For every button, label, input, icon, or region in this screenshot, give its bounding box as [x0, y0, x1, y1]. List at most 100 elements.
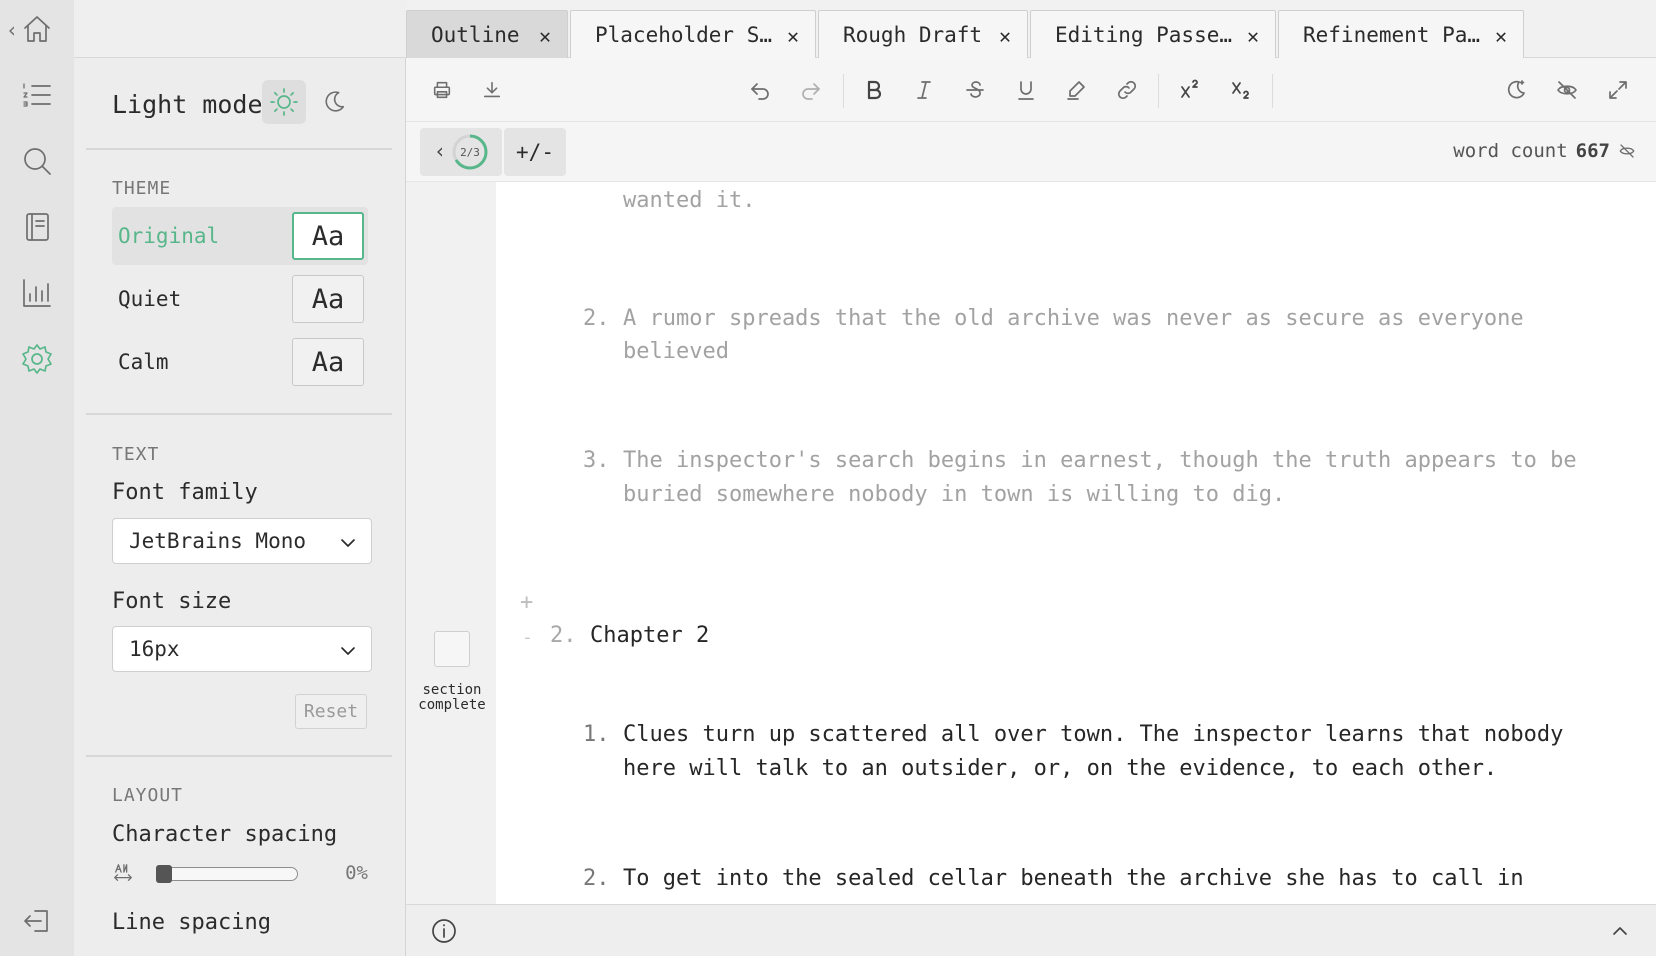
font-family-select[interactable]: JetBrains Mono	[112, 518, 372, 564]
reset-button[interactable]: Reset	[295, 694, 367, 729]
notebook-icon[interactable]	[14, 204, 60, 250]
search-icon[interactable]	[14, 138, 60, 184]
print-icon[interactable]	[426, 74, 458, 106]
diff-toggle-button[interactable]: +/-	[504, 128, 566, 176]
chevron-up-icon[interactable]	[1610, 921, 1630, 941]
editor-toolbar	[406, 58, 1656, 122]
close-icon[interactable]: ✕	[999, 24, 1011, 48]
tab-rough-draft[interactable]: Rough Draft ✕	[818, 10, 1028, 58]
word-count-value: 667	[1575, 140, 1610, 162]
font-size-select[interactable]: 16px	[112, 626, 372, 672]
collapse-section-minus-icon[interactable]: -	[522, 627, 533, 648]
theme-section-title: THEME	[112, 178, 172, 199]
character-spacing-slider[interactable]	[156, 867, 298, 881]
list-item[interactable]: 3. The inspector's search begins in earn…	[583, 444, 1633, 514]
hide-eye-icon[interactable]	[1551, 74, 1583, 106]
settings-gear-icon[interactable]	[14, 336, 60, 382]
list-item[interactable]: 1. Clues turn up scattered all over town…	[583, 718, 1633, 788]
undo-icon[interactable]	[744, 74, 776, 106]
close-icon[interactable]: ✕	[787, 24, 799, 48]
redo-icon[interactable]	[795, 74, 827, 106]
divider	[86, 148, 392, 150]
close-icon[interactable]: ✕	[539, 24, 551, 48]
word-count: word count 667	[1453, 140, 1636, 162]
logout-icon[interactable]	[14, 898, 60, 944]
tab-label: Rough Draft	[843, 22, 983, 47]
section-complete-line-2: complete	[418, 697, 486, 713]
theme-name: Quiet	[118, 287, 182, 311]
info-icon[interactable]	[430, 917, 458, 945]
superscript-icon[interactable]	[1174, 74, 1206, 106]
outline-editor[interactable]: section complete wanted it. 2. A rumor s…	[406, 182, 1656, 904]
focus-moon-icon[interactable]	[1500, 74, 1532, 106]
progress-ring: 2/3	[452, 134, 488, 170]
settings-topbar	[74, 0, 406, 58]
close-icon[interactable]: ✕	[1247, 24, 1259, 48]
progress-label: 2/3	[460, 146, 480, 159]
letter-spacing-icon	[114, 864, 132, 881]
fullscreen-icon[interactable]	[1602, 74, 1634, 106]
text-section-title: TEXT	[112, 444, 160, 465]
chapter-heading[interactable]: 2. Chapter 2	[550, 619, 1150, 659]
tab-outline[interactable]: Outline ✕	[406, 10, 568, 58]
toolbar-separator	[1272, 74, 1273, 108]
light-mode-sun-icon[interactable]	[262, 80, 306, 124]
outline-list-icon[interactable]	[14, 72, 60, 118]
item-line: The inspector's search begins in earnest…	[623, 448, 1577, 473]
list-item[interactable]: 2. To get into the sealed cellar beneath…	[583, 862, 1633, 902]
download-icon[interactable]	[476, 74, 508, 106]
tab-refinement[interactable]: Refinement Pa… ✕	[1278, 10, 1524, 58]
character-spacing-value: 0%	[345, 862, 368, 884]
close-icon[interactable]: ✕	[1495, 24, 1507, 48]
toolbar-separator	[1158, 74, 1159, 108]
item-line: A rumor spreads that the old archive was…	[623, 306, 1524, 331]
font-family-label: Font family	[112, 480, 258, 505]
line-spacing-label: Line spacing	[112, 910, 271, 935]
theme-option-original[interactable]: Original Aa	[112, 207, 368, 265]
link-icon[interactable]	[1111, 74, 1143, 106]
theme-name: Original	[118, 224, 220, 248]
divider	[86, 755, 392, 757]
section-progress-button[interactable]: ‹ 2/3	[420, 128, 502, 176]
item-line: buried somewhere nobody in town is willi…	[623, 482, 1286, 507]
status-bar	[406, 904, 1656, 956]
theme-option-quiet[interactable]: Quiet Aa	[112, 270, 368, 328]
bold-icon[interactable]	[858, 74, 890, 106]
chevron-down-icon	[341, 647, 355, 655]
editor-gutter: section complete	[406, 182, 496, 904]
list-item[interactable]: 2. A rumor spreads that the old archive …	[583, 302, 1633, 372]
add-section-plus-icon[interactable]: +	[520, 590, 533, 615]
hide-eye-icon[interactable]	[1618, 142, 1636, 160]
mode-label: Light mode	[112, 89, 263, 119]
chapter-number: 2.	[550, 623, 577, 648]
home-icon[interactable]	[14, 6, 60, 52]
strikethrough-icon[interactable]	[959, 74, 991, 106]
slider-thumb[interactable]	[156, 865, 172, 883]
tab-label: Outline	[431, 22, 520, 47]
subscript-icon[interactable]	[1225, 74, 1257, 106]
italic-icon[interactable]	[908, 74, 940, 106]
layout-section-title: LAYOUT	[112, 785, 184, 806]
chevron-down-icon	[341, 539, 355, 547]
list-item[interactable]: wanted it.	[583, 184, 1633, 224]
item-line: believed	[623, 339, 729, 364]
tab-editing-passes[interactable]: Editing Passe… ✕	[1030, 10, 1276, 58]
theme-sample: Aa	[292, 212, 364, 260]
theme-sample: Aa	[292, 275, 364, 323]
tab-placeholder[interactable]: Placeholder S… ✕	[570, 10, 816, 58]
section-complete-checkbox[interactable]	[434, 631, 470, 667]
stats-chart-icon[interactable]	[14, 270, 60, 316]
dark-mode-moon-icon[interactable]	[312, 80, 356, 124]
theme-option-calm[interactable]: Calm Aa	[112, 333, 368, 391]
highlighter-icon[interactable]	[1060, 74, 1092, 106]
document-tabs: Outline ✕ Placeholder S… ✕ Rough Draft ✕…	[406, 0, 1656, 58]
item-line: wanted it.	[623, 188, 756, 213]
settings-panel: Light mode THEME Original Aa Quiet Aa Ca…	[74, 0, 406, 956]
underline-icon[interactable]	[1010, 74, 1042, 106]
chevron-left-icon: ‹	[434, 139, 447, 163]
item-line: Clues turn up scattered all over town. T…	[623, 722, 1564, 747]
item-number: 2.	[583, 866, 610, 891]
chapter-title: Chapter 2	[590, 623, 710, 648]
character-spacing-slider-row: 0%	[112, 860, 368, 888]
font-size-label: Font size	[112, 589, 232, 614]
